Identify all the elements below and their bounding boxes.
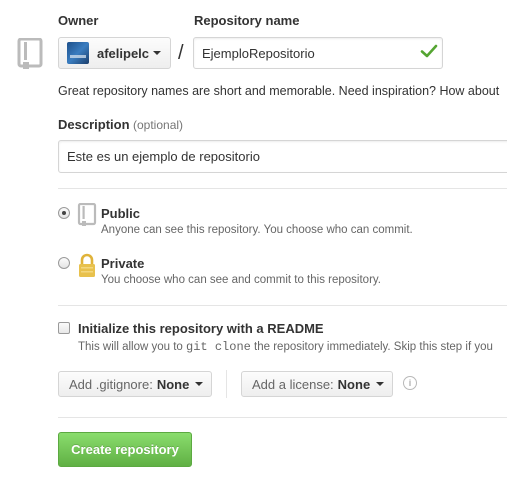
create-repository-button[interactable]: Create repository (58, 432, 192, 467)
private-description: You choose who can see and commit to thi… (101, 274, 381, 286)
readme-text-before: This will allow you to (78, 341, 183, 353)
public-radio[interactable] (58, 207, 70, 219)
description-label: Description (58, 117, 130, 132)
description-label-row: Description (optional) (58, 117, 183, 132)
divider (58, 188, 507, 189)
check-icon (420, 42, 438, 60)
add-license-dropdown[interactable]: Add a license: None (241, 371, 393, 397)
owner-label: Owner (58, 13, 99, 28)
owner-dropdown-button[interactable]: afelipelc (58, 37, 171, 69)
public-title: Public (101, 206, 141, 221)
description-input[interactable] (58, 140, 507, 173)
license-value: None (337, 376, 371, 392)
optional-tag: (optional) (133, 118, 184, 132)
repository-name-hint: Great repository names are short and mem… (58, 84, 500, 98)
add-gitignore-dropdown[interactable]: Add .gitignore: None (58, 371, 212, 397)
chevron-down-icon (153, 51, 162, 55)
git-clone-code: git clone (186, 340, 251, 354)
user-avatar (67, 42, 89, 64)
owner-repo-separator: / (178, 42, 184, 64)
gitignore-prefix: Add .gitignore: (69, 376, 153, 392)
private-radio[interactable] (58, 257, 70, 269)
info-icon[interactable]: i (403, 376, 417, 390)
readme-checkbox[interactable] (58, 322, 70, 334)
lock-icon (77, 253, 97, 279)
divider (58, 305, 507, 306)
public-description: Anyone can see this repository. You choo… (101, 224, 413, 236)
gitignore-value: None (156, 376, 190, 392)
chevron-down-icon (376, 382, 385, 386)
private-title: Private (101, 256, 145, 271)
repository-name-input[interactable] (193, 37, 443, 69)
chevron-down-icon (195, 382, 204, 386)
license-prefix: Add a license: (252, 376, 334, 392)
readme-text-after: the repository immediately. Skip this st… (254, 341, 493, 353)
readme-label[interactable]: Initialize this repository with a README (78, 321, 324, 336)
repository-name-label: Repository name (194, 13, 300, 28)
repo-icon (77, 202, 97, 227)
owner-username: afelipelc (97, 45, 150, 61)
divider (58, 417, 507, 418)
repo-book-icon (17, 37, 43, 70)
vertical-divider (226, 370, 227, 398)
readme-description: This will allow you to git clone the rep… (78, 340, 493, 354)
